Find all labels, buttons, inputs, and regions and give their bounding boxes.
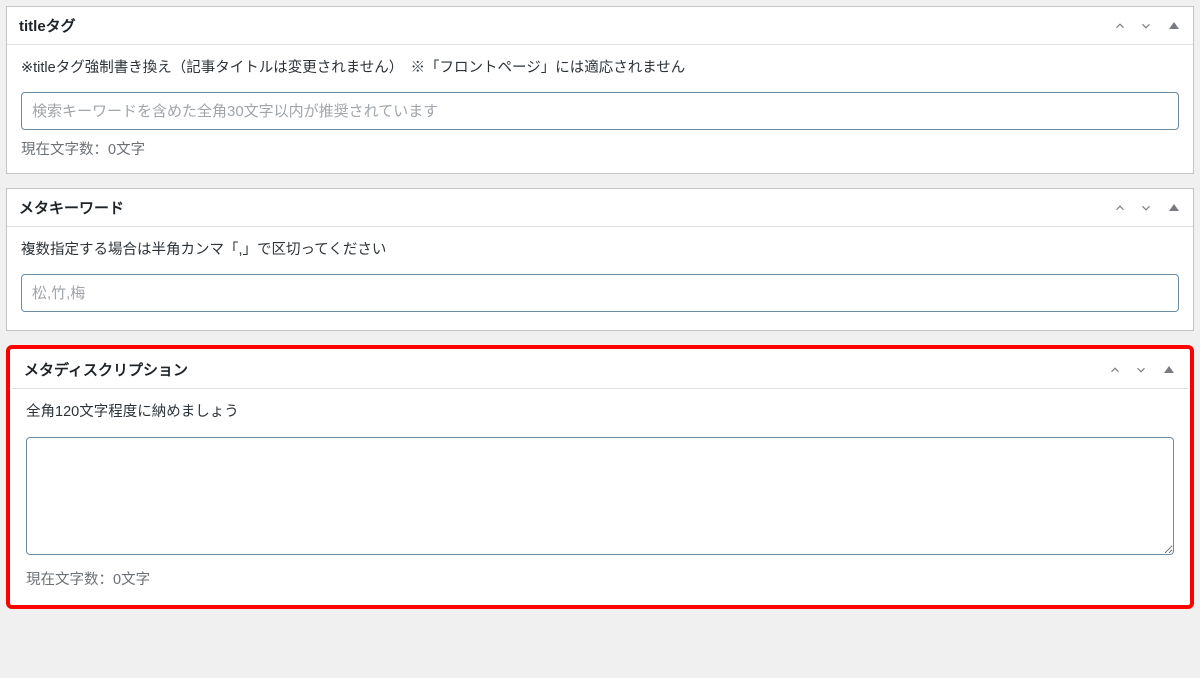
panel-controls [1111, 199, 1181, 217]
meta-description-highlight: メタディスクリプション 全角120文字程度に納めましょう 現在文字数：0文字 [6, 345, 1194, 608]
title-tag-heading: titleタグ [19, 15, 76, 36]
meta-description-help: 全角120文字程度に納めましょう [26, 401, 1174, 424]
meta-keywords-header: メタキーワード [7, 189, 1193, 227]
meta-description-textarea[interactable] [26, 437, 1174, 555]
move-down-icon[interactable] [1137, 17, 1155, 35]
title-tag-panel: titleタグ ※titleタグ強制書き換え（記事タイトルは変更されません） ※… [6, 6, 1194, 174]
title-tag-input[interactable] [21, 92, 1179, 130]
move-down-icon[interactable] [1132, 361, 1150, 379]
meta-description-panel: メタディスクリプション 全角120文字程度に納めましょう 現在文字数：0文字 [12, 351, 1188, 602]
collapse-toggle-icon[interactable] [1163, 199, 1181, 217]
meta-keywords-help: 複数指定する場合は半角カンマ「,」で区切ってください [21, 239, 1179, 262]
panel-controls [1106, 361, 1176, 379]
title-tag-header: titleタグ [7, 7, 1193, 45]
panel-controls [1111, 17, 1181, 35]
title-tag-char-count: 現在文字数：0文字 [21, 138, 1179, 159]
collapse-toggle-icon[interactable] [1158, 361, 1176, 379]
meta-description-heading: メタディスクリプション [24, 359, 188, 380]
title-tag-body: ※titleタグ強制書き換え（記事タイトルは変更されません） ※「フロントページ… [7, 45, 1193, 173]
move-up-icon[interactable] [1111, 199, 1129, 217]
meta-description-body: 全角120文字程度に納めましょう 現在文字数：0文字 [12, 389, 1188, 602]
move-down-icon[interactable] [1137, 199, 1155, 217]
move-up-icon[interactable] [1111, 17, 1129, 35]
meta-keywords-body: 複数指定する場合は半角カンマ「,」で区切ってください [7, 227, 1193, 330]
meta-description-char-count: 現在文字数：0文字 [26, 568, 1174, 589]
title-tag-help: ※titleタグ強制書き換え（記事タイトルは変更されません） ※「フロントページ… [21, 57, 1179, 80]
meta-description-header: メタディスクリプション [12, 351, 1188, 389]
meta-keywords-input[interactable] [21, 274, 1179, 312]
collapse-toggle-icon[interactable] [1163, 17, 1181, 35]
meta-keywords-panel: メタキーワード 複数指定する場合は半角カンマ「,」で区切ってください [6, 188, 1194, 331]
move-up-icon[interactable] [1106, 361, 1124, 379]
meta-keywords-heading: メタキーワード [19, 197, 124, 218]
